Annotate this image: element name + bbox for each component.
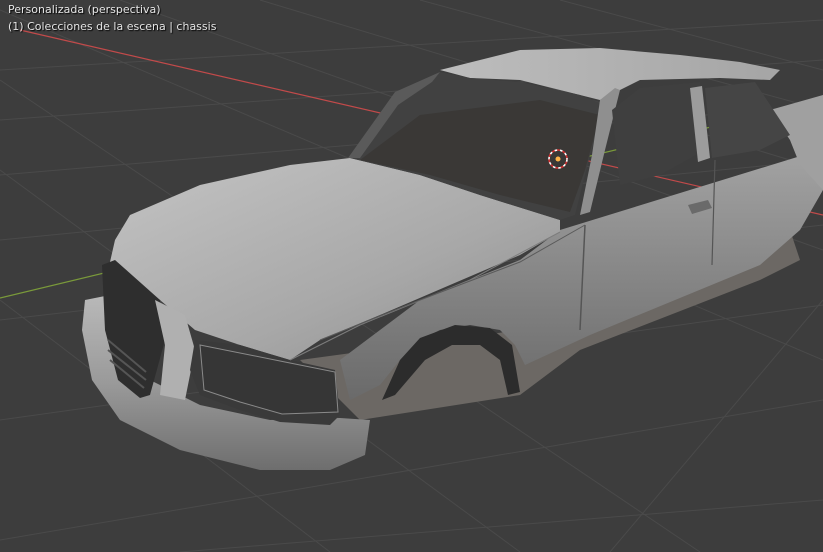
scene-canvas[interactable] [0,0,823,552]
car-body-mesh[interactable] [82,48,823,470]
3d-viewport[interactable]: Personalizada (perspectiva) (1) Coleccio… [0,0,823,552]
collection-label: (1) Colecciones de la escena | chassis [8,20,217,33]
view-mode-label: Personalizada (perspectiva) [8,3,161,16]
